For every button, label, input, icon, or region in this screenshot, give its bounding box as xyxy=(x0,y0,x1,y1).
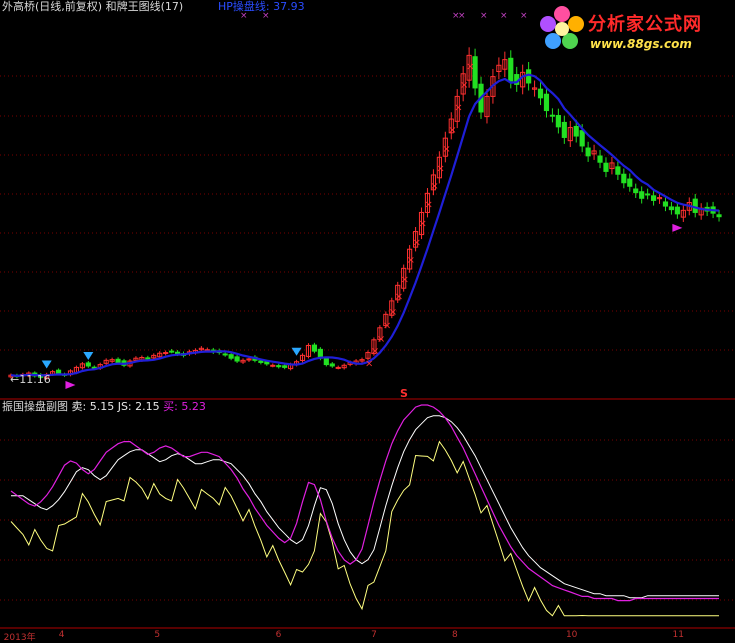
candle-down xyxy=(650,195,657,201)
site-logo: 分析家公式网 www.88gs.com xyxy=(538,4,734,58)
candle-down xyxy=(585,147,591,157)
grid-lines xyxy=(0,75,735,601)
candle-down xyxy=(543,93,550,112)
buy-readout: 买: 5.23 xyxy=(163,400,206,413)
logo-url: www.88gs.com xyxy=(590,37,692,51)
buy-cross-mark: × xyxy=(430,181,438,192)
candle-down xyxy=(579,130,585,147)
x-tick-label: 4 xyxy=(58,630,65,640)
chart-title: 外高桥(日线,前复权) 和牌王图线(17) xyxy=(2,0,184,13)
candle-down xyxy=(555,115,561,128)
candle-down xyxy=(169,350,175,353)
x-tick-label: 6 xyxy=(275,630,282,640)
buy-cross-mark: × xyxy=(395,291,403,302)
x-tick-label: 7 xyxy=(371,630,377,640)
series-sell-line xyxy=(11,415,719,599)
candle-down xyxy=(615,166,621,175)
buy-cross-mark: × xyxy=(436,163,444,174)
candle-up xyxy=(335,366,341,369)
candle-down xyxy=(55,369,62,375)
candle-down xyxy=(222,353,228,356)
candle-down xyxy=(276,365,282,368)
candle-down xyxy=(311,344,318,352)
candle-down xyxy=(145,357,151,360)
top-cross-marker: × xyxy=(458,11,466,21)
buy-cross-mark: × xyxy=(424,199,432,210)
ma-readout: HP操盘线: 37.93 xyxy=(218,0,305,13)
logo-text: 分析家公式网 xyxy=(588,14,702,35)
low-price-label: ←11.16 xyxy=(10,373,51,386)
candle-down xyxy=(662,201,669,207)
buy-cross-mark: × xyxy=(407,255,415,266)
candle-down xyxy=(85,362,91,367)
candle-down xyxy=(549,114,556,117)
candle-down xyxy=(645,193,651,196)
series-buy-line xyxy=(10,404,719,602)
candle-down xyxy=(716,214,722,218)
candle-down xyxy=(674,206,680,215)
top-cross-marker: × xyxy=(520,11,528,21)
sub-chart-title: 振国操盘副图 卖: 5.15 JS: 2.15 买: 5.23 xyxy=(2,400,206,414)
s-marker: S xyxy=(400,387,408,400)
buy-cross-mark: × xyxy=(383,320,391,331)
candle-down xyxy=(573,125,579,137)
candle-down xyxy=(639,191,645,199)
x-tick-label: 8 xyxy=(452,630,458,640)
candle-down xyxy=(603,162,609,172)
candle-down xyxy=(282,365,288,368)
x-tick-label: 10 xyxy=(565,630,578,640)
buy-cross-mark: × xyxy=(401,274,409,285)
sell-readout: 卖: 5.15 xyxy=(71,400,115,413)
candle-down xyxy=(264,361,270,365)
x-tick-label: 2013年 xyxy=(3,633,36,643)
buy-cross-mark: × xyxy=(365,359,373,370)
candle-down xyxy=(621,173,627,184)
buy-cross-mark: × xyxy=(371,346,379,357)
buy-cross-mark: × xyxy=(442,144,450,155)
buy-cross-mark: × xyxy=(377,334,385,345)
candles xyxy=(8,47,722,380)
candle-down xyxy=(323,358,329,366)
buy-cross-mark: × xyxy=(413,238,421,249)
sub-title-name: 振国操盘副图 xyxy=(2,400,68,413)
buy-cross-mark: × xyxy=(419,218,427,229)
candle-down xyxy=(627,178,633,187)
x-tick-label: 11 xyxy=(672,630,684,640)
x-tick-label: 5 xyxy=(154,630,161,640)
js-readout: JS: 2.15 xyxy=(117,400,160,413)
candle-down xyxy=(597,155,603,163)
top-cross-marker: × xyxy=(500,11,508,21)
candle-down xyxy=(668,206,675,211)
ma-line xyxy=(10,73,720,378)
signal-marks: ×××××××××××××××××× xyxy=(41,61,683,389)
buy-cross-mark: × xyxy=(454,102,462,113)
cyan-signal-triangle xyxy=(291,347,302,356)
candle-down xyxy=(526,69,532,84)
candle-down xyxy=(258,360,264,363)
candle-down xyxy=(633,188,639,194)
cyan-signal-triangle xyxy=(41,360,52,369)
candle-down xyxy=(537,88,544,99)
buy-cross-mark: × xyxy=(448,125,456,136)
buy-cross-mark: × xyxy=(460,80,468,91)
candle-down xyxy=(508,57,514,82)
sub-chart-lines xyxy=(10,404,719,617)
top-cross-marker: × xyxy=(480,11,488,21)
candle-down xyxy=(692,198,698,213)
chart-canvas: × × ×× × × × ×××××××××××××××××× S xyxy=(0,11,735,629)
magenta-signal-triangle xyxy=(65,380,76,389)
series-js-line xyxy=(10,440,719,617)
magenta-signal-triangle xyxy=(672,223,683,232)
candle-up xyxy=(163,352,169,355)
cyan-signal-triangle xyxy=(83,351,94,360)
candle-down xyxy=(228,354,234,359)
candle-down xyxy=(329,363,335,367)
buy-cross-mark: × xyxy=(389,307,397,318)
candle-down xyxy=(115,358,121,363)
candle-up xyxy=(270,364,276,367)
candle-down xyxy=(561,121,567,138)
buy-cross-mark: × xyxy=(466,61,474,72)
flower-icon xyxy=(540,6,584,49)
candle-down xyxy=(234,356,240,362)
